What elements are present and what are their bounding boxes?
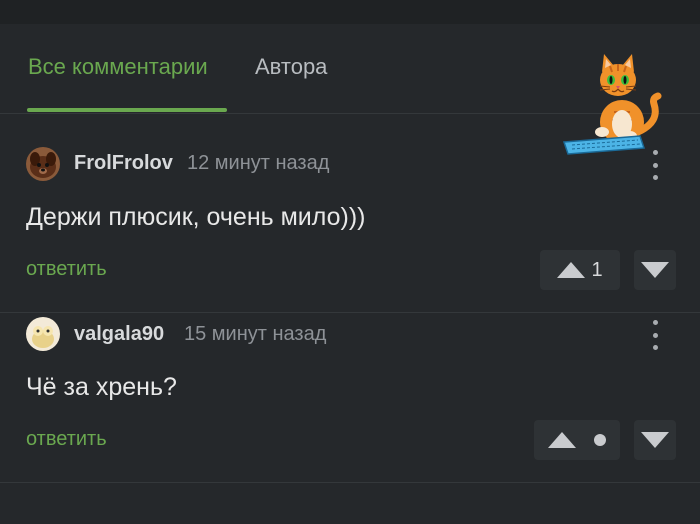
comment-username[interactable]: valgala90	[74, 323, 164, 346]
more-options-icon[interactable]	[646, 150, 664, 180]
rating-hidden-dot	[594, 434, 606, 446]
reply-button[interactable]: ответить	[26, 428, 107, 451]
arrow-up-icon	[548, 432, 576, 448]
cartoon-avatar-icon[interactable]	[26, 317, 60, 351]
rating-count: 1	[591, 258, 603, 281]
tab-author[interactable]: Автора	[255, 54, 327, 80]
comment-timestamp[interactable]: 15 минут назад	[184, 323, 326, 346]
arrow-up-icon	[557, 262, 586, 278]
downvote-button[interactable]	[634, 420, 676, 460]
active-tab-indicator	[27, 108, 227, 112]
more-options-icon[interactable]	[646, 320, 664, 350]
comment-timestamp[interactable]: 12 минут назад	[187, 152, 329, 175]
arrow-down-icon	[641, 262, 669, 278]
cat-typing-keyboard-icon	[560, 52, 668, 160]
status-bar	[0, 0, 700, 24]
comment-separator	[0, 482, 700, 483]
comment-text: Держи плюсик, очень мило)))	[26, 203, 366, 231]
reply-button[interactable]: ответить	[26, 258, 107, 281]
comment-username[interactable]: FrolFrolov	[74, 152, 173, 175]
upvote-button[interactable]: 1	[540, 250, 620, 290]
upvote-button[interactable]	[534, 420, 620, 460]
comment-text: Чё за хрень?	[26, 373, 177, 401]
arrow-down-icon	[641, 432, 669, 448]
dog-avatar-icon[interactable]	[26, 147, 60, 181]
downvote-button[interactable]	[634, 250, 676, 290]
comment-separator	[0, 312, 700, 313]
tab-all-comments[interactable]: Все комментарии	[28, 54, 208, 80]
